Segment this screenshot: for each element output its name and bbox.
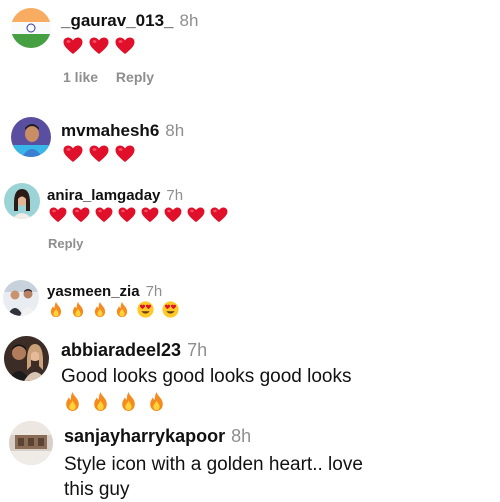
username-text[interactable]: yasmeen_zia bbox=[47, 283, 140, 300]
heart-icon bbox=[187, 207, 205, 223]
comment-emojis bbox=[49, 207, 228, 223]
comment-actions: 1 like Reply bbox=[63, 69, 168, 85]
timestamp: 7h bbox=[187, 340, 208, 360]
timestamp: 8h bbox=[231, 426, 252, 446]
room-avatar-image bbox=[9, 421, 53, 465]
username-text[interactable]: anira_lamgaday bbox=[47, 187, 160, 204]
comment-emojis bbox=[64, 391, 165, 412]
username-text[interactable]: _gaurav_013_ bbox=[61, 11, 173, 30]
fire-icon bbox=[49, 301, 63, 318]
comment-emojis bbox=[49, 301, 179, 318]
fire-icon bbox=[120, 391, 137, 412]
username-text[interactable]: sanjayharrykapoor bbox=[64, 426, 225, 446]
person-avatar-image bbox=[11, 117, 51, 157]
heart-icon bbox=[141, 207, 159, 223]
avatar[interactable] bbox=[11, 117, 51, 157]
timestamp: 8h bbox=[165, 121, 185, 140]
heart-eyes-icon bbox=[137, 301, 154, 318]
heart-icon bbox=[115, 37, 135, 55]
username[interactable]: _gaurav_013_ 8h bbox=[61, 11, 198, 31]
people-avatar-image bbox=[3, 280, 39, 316]
comment-emojis bbox=[63, 145, 135, 163]
comment-actions: Reply bbox=[48, 236, 97, 251]
avatar[interactable] bbox=[4, 336, 49, 381]
username[interactable]: sanjayharrykapoor 8h bbox=[64, 426, 251, 447]
fire-icon bbox=[93, 301, 107, 318]
username[interactable]: yasmeen_zia 7h bbox=[47, 283, 162, 300]
heart-icon bbox=[63, 37, 83, 55]
timestamp: 8h bbox=[179, 11, 199, 30]
heart-icon bbox=[95, 207, 113, 223]
avatar[interactable] bbox=[3, 280, 39, 316]
username[interactable]: mvmahesh6 8h bbox=[61, 121, 184, 141]
comment-emojis bbox=[63, 37, 135, 55]
username-text[interactable]: abbiaradeel23 bbox=[61, 340, 181, 360]
fire-icon bbox=[148, 391, 165, 412]
avatar[interactable] bbox=[4, 183, 40, 219]
heart-eyes-icon bbox=[162, 301, 179, 318]
timestamp: 7h bbox=[166, 187, 184, 204]
fire-icon bbox=[92, 391, 109, 412]
fire-icon bbox=[115, 301, 129, 318]
comment-text: Style icon with a golden heart.. love th… bbox=[64, 454, 363, 500]
comment-text: Good looks good looks good looks bbox=[61, 366, 352, 387]
avatar[interactable] bbox=[11, 8, 51, 48]
flag-avatar-image bbox=[11, 8, 51, 48]
heart-icon bbox=[164, 207, 182, 223]
fire-icon bbox=[71, 301, 85, 318]
person-avatar-image bbox=[4, 183, 40, 219]
heart-icon bbox=[210, 207, 228, 223]
timestamp: 7h bbox=[145, 283, 163, 300]
username[interactable]: abbiaradeel23 7h bbox=[61, 340, 207, 361]
username[interactable]: anira_lamgaday 7h bbox=[47, 187, 183, 204]
heart-icon bbox=[115, 145, 135, 163]
fire-icon bbox=[64, 391, 81, 412]
heart-icon bbox=[89, 37, 109, 55]
avatar[interactable] bbox=[9, 421, 53, 465]
people-avatar-image bbox=[4, 336, 49, 381]
heart-icon bbox=[89, 145, 109, 163]
username-text[interactable]: mvmahesh6 bbox=[61, 121, 159, 140]
heart-icon bbox=[63, 145, 83, 163]
reply-button[interactable]: Reply bbox=[48, 236, 83, 251]
heart-icon bbox=[118, 207, 136, 223]
reply-button[interactable]: Reply bbox=[116, 69, 154, 85]
like-count[interactable]: 1 like bbox=[63, 69, 98, 85]
heart-icon bbox=[72, 207, 90, 223]
heart-icon bbox=[49, 207, 67, 223]
